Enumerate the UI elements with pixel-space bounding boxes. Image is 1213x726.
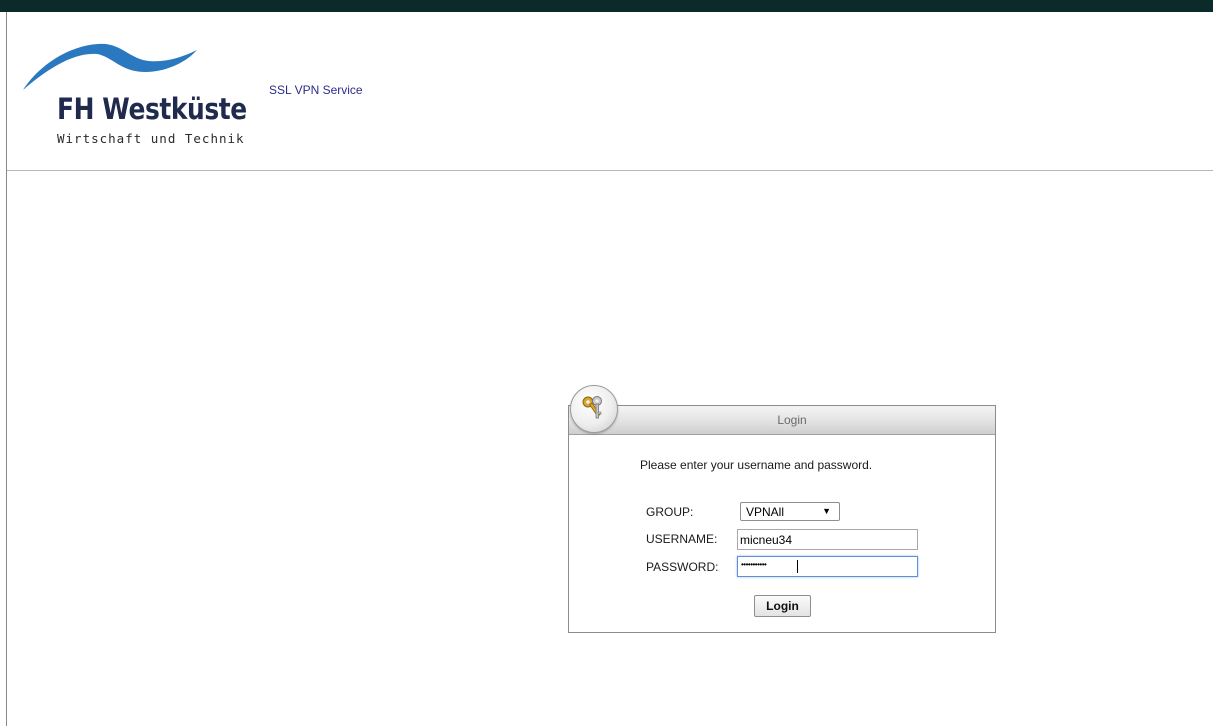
login-panel-title: Login: [777, 413, 807, 427]
group-select-value: VPNAll: [746, 505, 785, 519]
login-panel-header: Login: [569, 406, 995, 435]
fh-westkueste-logo[interactable]: FH Westküste Wirtschaft und Technik: [21, 32, 271, 162]
top-bar: [0, 0, 1213, 12]
login-panel: Login Please enter your username and pas…: [568, 385, 996, 633]
logo-name: FH Westküste: [57, 92, 247, 126]
password-input[interactable]: •••••••••••: [737, 556, 918, 577]
text-caret: [797, 560, 798, 573]
logo-tagline: Wirtschaft und Technik: [57, 131, 245, 146]
page-header: FH Westküste Wirtschaft und Technik SSL …: [7, 12, 1213, 171]
password-mask: •••••••••••: [741, 560, 767, 569]
chevron-down-icon: ▼: [822, 506, 831, 516]
group-select[interactable]: VPNAll ▼: [740, 502, 840, 521]
service-title: SSL VPN Service: [269, 83, 363, 97]
login-prompt: Please enter your username and password.: [640, 458, 873, 472]
username-label: USERNAME:: [646, 532, 718, 546]
keys-icon: [570, 385, 618, 433]
login-button[interactable]: Login: [754, 595, 811, 617]
group-label: GROUP:: [646, 505, 694, 519]
username-input[interactable]: [737, 529, 918, 550]
password-label: PASSWORD:: [646, 560, 719, 574]
